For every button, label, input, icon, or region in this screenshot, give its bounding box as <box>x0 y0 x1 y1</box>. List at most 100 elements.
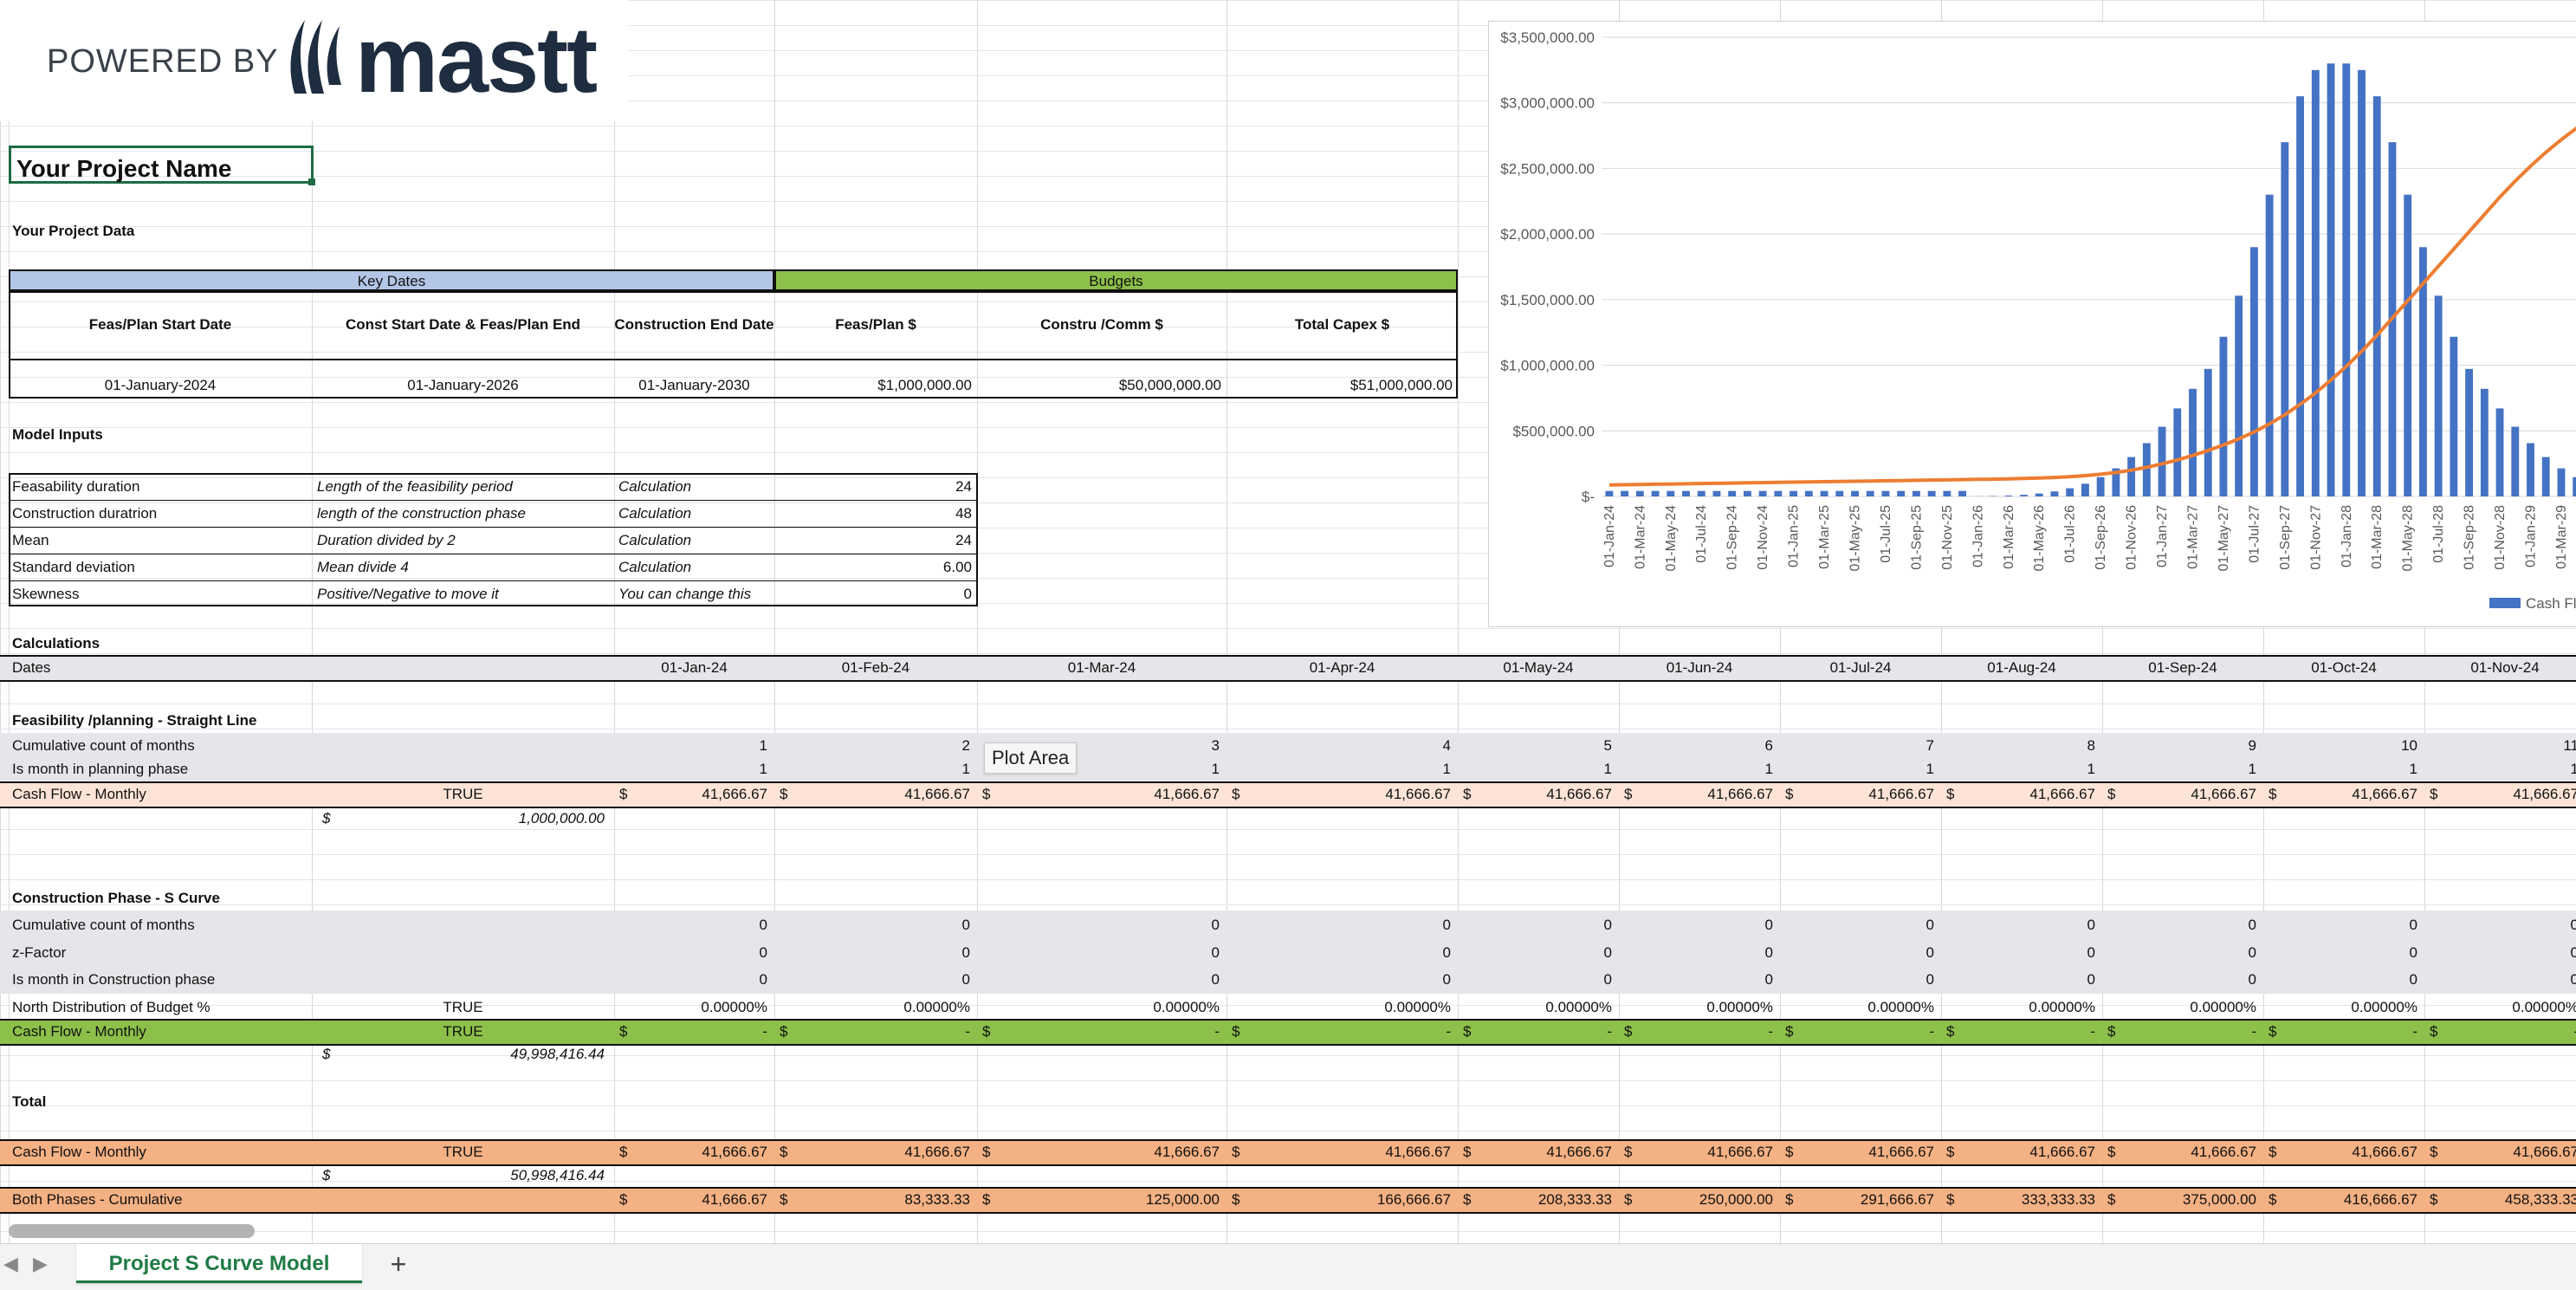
const-cash-value[interactable]: - <box>977 1024 1220 1039</box>
const-cash-total[interactable]: 49,998,416.44 <box>312 1047 605 1061</box>
const-row-value[interactable]: 0 <box>2263 972 2417 987</box>
feas-cash-value[interactable]: 41,666.67 <box>1780 787 1934 801</box>
spreadsheet-grid[interactable]: POWERED BY mastt Your Project Name Your … <box>0 0 2576 1243</box>
const-row-value[interactable]: 0 <box>774 945 970 960</box>
total-cash-value[interactable]: 41,666.67 <box>2263 1144 2417 1159</box>
total-cash-label[interactable]: Cash Flow - Monthly <box>12 1144 146 1159</box>
total-cash-value[interactable]: 41,666.67 <box>2102 1144 2256 1159</box>
feas-cash-value[interactable]: 41,666.67 <box>977 787 1220 801</box>
input-label[interactable]: Skewness <box>12 587 79 601</box>
cumulative-value[interactable]: 250,000.00 <box>1619 1192 1773 1207</box>
const-row-value[interactable]: 0 <box>1941 972 2095 987</box>
horizontal-scrollbar[interactable] <box>9 1224 255 1238</box>
const-row-value[interactable]: 0 <box>1941 945 2095 960</box>
input-value[interactable]: 6.00 <box>774 560 972 574</box>
input-desc[interactable]: Length of the feasibility period <box>317 479 513 494</box>
const-cash-value[interactable]: - <box>1458 1024 1612 1039</box>
header-3[interactable]: Feas/Plan $ <box>774 317 977 332</box>
feas-row-value[interactable]: 7 <box>1780 738 1934 753</box>
project-name-cell[interactable]: Your Project Name <box>9 146 314 184</box>
const-cash-value[interactable]: - <box>2102 1024 2256 1039</box>
const-row-value[interactable]: 0 <box>977 917 1220 932</box>
const-row-value[interactable]: 0 <box>1458 972 1612 987</box>
const-row-value[interactable]: 0.00000% <box>977 1000 1220 1014</box>
input-method[interactable]: Calculation <box>618 506 691 521</box>
const-cash-value[interactable]: - <box>1227 1024 1451 1039</box>
feas-cash-value[interactable]: 41,666.67 <box>1941 787 2095 801</box>
cumulative-value[interactable]: 291,666.67 <box>1780 1192 1934 1207</box>
input-label[interactable]: Standard deviation <box>12 560 135 574</box>
total-cash-value[interactable]: 41,666.67 <box>774 1144 970 1159</box>
feas-row-value[interactable]: 1 <box>1941 762 2095 776</box>
date-column-header[interactable]: 01-Feb-24 <box>774 660 977 675</box>
const-cash-flag[interactable]: TRUE <box>312 1024 614 1039</box>
feas-row-value[interactable]: 11 <box>2424 738 2576 753</box>
date-column-header[interactable]: 01-Jul-24 <box>1780 660 1941 675</box>
cumulative-value[interactable]: 458,333.33 <box>2424 1192 2576 1207</box>
const-row-value[interactable]: 0.00000% <box>1619 1000 1773 1014</box>
scroll-right-icon[interactable]: ▶ <box>33 1253 48 1275</box>
feas-row-value[interactable]: 1 <box>2424 762 2576 776</box>
feas-row-value[interactable]: 4 <box>1227 738 1451 753</box>
const-row-value[interactable]: 0 <box>1941 917 2095 932</box>
const-row-value[interactable]: 0 <box>1227 972 1451 987</box>
feas-cash-value[interactable]: 41,666.67 <box>2102 787 2256 801</box>
const-cash-value[interactable]: - <box>1780 1024 1934 1039</box>
feas-row-value[interactable]: 9 <box>2102 738 2256 753</box>
input-value[interactable]: 24 <box>774 479 972 494</box>
input-value[interactable]: 48 <box>774 506 972 521</box>
feas-row-value[interactable]: 1 <box>614 738 767 753</box>
cumulative-value[interactable]: 375,000.00 <box>2102 1192 2256 1207</box>
date-column-header[interactable]: 01-Aug-24 <box>1941 660 2102 675</box>
input-label[interactable]: Construction duratrion <box>12 506 157 521</box>
feas-cash-value[interactable]: 41,666.67 <box>2263 787 2417 801</box>
feas-row-value[interactable]: 1 <box>614 762 767 776</box>
const-row-value[interactable]: 0 <box>774 972 970 987</box>
sheet-tab-project-s-curve[interactable]: Project S Curve Model <box>76 1244 362 1283</box>
const-row-value[interactable]: 0.00000% <box>2263 1000 2417 1014</box>
const-row-value[interactable]: 0 <box>2424 945 2576 960</box>
header-value-5[interactable]: $51,000,000.00 <box>1227 378 1453 392</box>
const-row-value[interactable]: 0.00000% <box>774 1000 970 1014</box>
header-0[interactable]: Feas/Plan Start Date <box>9 317 312 332</box>
feas-row-label[interactable]: Is month in planning phase <box>12 762 188 776</box>
feas-cash-value[interactable]: 41,666.67 <box>614 787 767 801</box>
const-cash-value[interactable]: - <box>2263 1024 2417 1039</box>
feas-row-value[interactable]: 1 <box>1227 762 1451 776</box>
feas-row-value[interactable]: 1 <box>2102 762 2256 776</box>
s-curve-chart[interactable]: $3,500,000.00$3,000,000.00$2,500,000.00$… <box>1488 21 2576 627</box>
input-value[interactable]: 0 <box>774 587 972 601</box>
const-cash-value[interactable]: - <box>2424 1024 2576 1039</box>
feas-cash-value[interactable]: 41,666.67 <box>1227 787 1451 801</box>
date-column-header[interactable]: 01-Jun-24 <box>1619 660 1780 675</box>
const-row-value[interactable]: 0 <box>1227 945 1451 960</box>
const-row-value[interactable]: 0 <box>2102 972 2256 987</box>
const-row-value[interactable]: 0 <box>2263 917 2417 932</box>
const-row-value[interactable]: 0 <box>614 945 767 960</box>
total-cash-value[interactable]: 41,666.67 <box>1780 1144 1934 1159</box>
const-row-value[interactable]: 0 <box>2424 917 2576 932</box>
const-row-value[interactable]: 0.00000% <box>2424 1000 2576 1014</box>
const-row-value[interactable]: 0 <box>2102 945 2256 960</box>
const-cash-value[interactable]: - <box>1619 1024 1773 1039</box>
const-row-value[interactable]: 0 <box>774 917 970 932</box>
feas-cash-value[interactable]: 41,666.67 <box>1458 787 1612 801</box>
feas-row-value[interactable]: 1 <box>2263 762 2417 776</box>
const-cash-value[interactable]: - <box>1941 1024 2095 1039</box>
feas-cash-value[interactable]: 41,666.67 <box>1619 787 1773 801</box>
header-5[interactable]: Total Capex $ <box>1227 317 1458 332</box>
input-label[interactable]: Mean <box>12 533 49 548</box>
feas-row-value[interactable]: 1 <box>1619 762 1773 776</box>
const-row-value[interactable]: 0 <box>1780 972 1934 987</box>
feas-row-value[interactable]: 1 <box>774 762 970 776</box>
cumulative-value[interactable]: 41,666.67 <box>614 1192 767 1207</box>
date-column-header[interactable]: 01-Jan-24 <box>614 660 774 675</box>
const-row-value[interactable]: 0 <box>1780 917 1934 932</box>
header-value-3[interactable]: $1,000,000.00 <box>774 378 972 392</box>
feas-row-value[interactable]: 1 <box>1458 762 1612 776</box>
total-cash-value[interactable]: 41,666.67 <box>977 1144 1220 1159</box>
scroll-left-icon[interactable]: ◀ <box>3 1253 18 1275</box>
input-desc[interactable]: length of the construction phase <box>317 506 526 521</box>
feas-row-value[interactable]: 1 <box>1780 762 1934 776</box>
feas-row-value[interactable]: 10 <box>2263 738 2417 753</box>
